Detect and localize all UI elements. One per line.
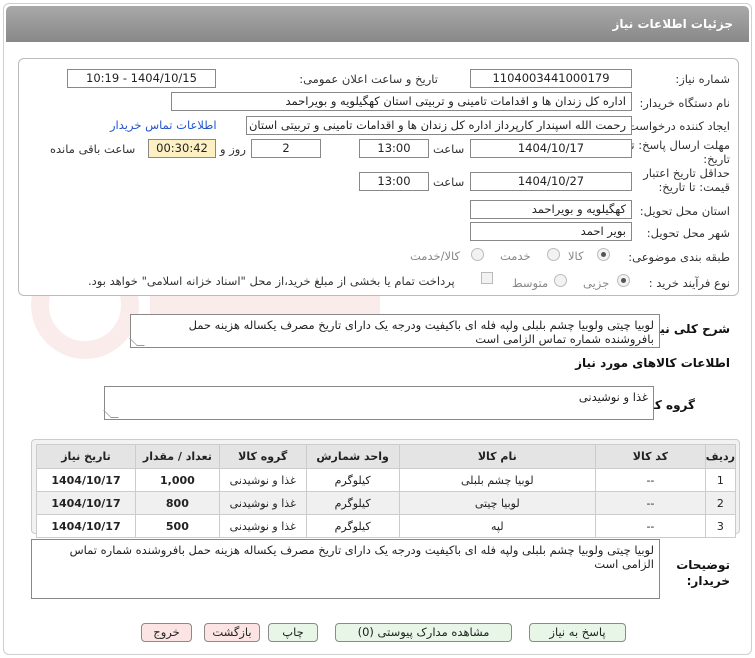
- creator-label: ایجاد کننده درخواست:: [624, 119, 730, 133]
- category-radio-goods[interactable]: [597, 248, 610, 261]
- need-number-field: 1104003441000179: [470, 69, 632, 88]
- cell-code: --: [595, 468, 706, 492]
- exit-button[interactable]: خروج: [141, 623, 192, 642]
- deadline-date-field: 1404/10/17: [470, 139, 632, 158]
- cell-quantity: 800: [134, 491, 220, 515]
- process-radio-minor[interactable]: [617, 274, 630, 287]
- deadline-label-2: تاریخ:: [703, 152, 730, 166]
- back-button[interactable]: بازگشت: [204, 623, 260, 642]
- page-title: جزئیات اطلاعات نیاز: [612, 17, 733, 31]
- cell-name: لپه: [398, 514, 597, 538]
- col-header-quantity: تعداد / مقدار: [134, 444, 220, 469]
- buyer-notes-text: لوبیا چیتی ولوبیا چشم بلبلی ولپه فله ای …: [69, 543, 654, 571]
- buyer-contact-link[interactable]: اطلاعات تماس خریدار: [110, 118, 217, 132]
- col-header-code: کد کالا: [595, 444, 706, 469]
- cell-date: 1404/10/17: [36, 514, 136, 538]
- cell-group: غذا و نوشیدنی: [218, 468, 307, 492]
- cell-row: 1: [704, 468, 737, 492]
- category-option-goods: کالا: [568, 249, 584, 263]
- col-header-row: ردیف: [704, 444, 737, 469]
- days-field: 2: [251, 139, 321, 158]
- goods-table: ردیف کد کالا نام کالا واحد شمارش گروه کا…: [36, 444, 737, 538]
- cell-row: 2: [704, 491, 737, 515]
- category-label: طبقه بندی موضوعی:: [628, 250, 730, 264]
- col-header-date: تاریخ نیاز: [36, 444, 136, 469]
- col-header-name: نام کالا: [398, 444, 597, 469]
- announce-field: 1404/10/15 - 10:19: [67, 69, 216, 88]
- buyer-field: اداره کل زندان ها و اقدامات تامینی و ترب…: [171, 92, 632, 111]
- category-option-both: کالا/خدمت: [410, 249, 461, 263]
- col-header-unit: واحد شمارش: [305, 444, 400, 469]
- treasury-checkbox[interactable]: [481, 272, 493, 284]
- summary-textarea[interactable]: لوبیا چیتی ولوبیا چشم بلبلی ولپه فله ای …: [129, 314, 660, 348]
- category-radio-service[interactable]: [547, 248, 560, 261]
- table-row: 3 -- لپه کیلوگرم غذا و نوشیدنی 500 1404/…: [36, 514, 737, 538]
- validity-time-label: ساعت: [433, 175, 465, 189]
- buyer-notes-label-2: خریدار:: [686, 574, 730, 588]
- process-label: نوع فرآیند خرید :: [648, 276, 730, 290]
- cell-date: 1404/10/17: [36, 468, 136, 492]
- cell-quantity: 500: [134, 514, 220, 538]
- resize-grip-icon[interactable]: [129, 338, 145, 346]
- deadline-label: مهلت ارسال پاسخ: تا: [627, 138, 730, 152]
- validity-date-field: 1404/10/27: [470, 172, 632, 191]
- goods-group-value: غذا و نوشیدنی: [578, 390, 648, 404]
- print-button[interactable]: چاپ: [268, 623, 318, 642]
- cell-date: 1404/10/17: [36, 491, 136, 515]
- province-label: استان محل تحویل:: [639, 204, 730, 218]
- buyer-notes-textarea[interactable]: لوبیا چیتی ولوبیا چشم بلبلی ولپه فله ای …: [31, 539, 660, 599]
- process-option-medium: متوسط: [512, 276, 549, 290]
- buyer-label: نام دستگاه خریدار:: [639, 96, 730, 110]
- cell-name: لوبیا چشم بلبلی: [398, 468, 597, 492]
- city-field: بویر احمد: [470, 222, 632, 241]
- cell-unit: کیلوگرم: [305, 491, 400, 515]
- resize-grip-icon[interactable]: [103, 410, 119, 418]
- goods-section-title: اطلاعات کالاهای مورد نیاز: [575, 356, 730, 370]
- process-radio-medium[interactable]: [554, 274, 567, 287]
- table-row: 1 -- لوبیا چشم بلبلی کیلوگرم غذا و نوشید…: [36, 468, 737, 492]
- goods-group-field[interactable]: غذا و نوشیدنی: [103, 386, 654, 420]
- cell-code: --: [595, 514, 706, 538]
- summary-text: لوبیا چیتی ولوبیا چشم بلبلی ولپه فله ای …: [188, 318, 654, 346]
- province-field: کهگیلویه و بویراحمد: [470, 200, 632, 219]
- cell-group: غذا و نوشیدنی: [218, 491, 307, 515]
- deadline-time-label: ساعت: [433, 142, 465, 156]
- city-label: شهر محل تحویل:: [646, 226, 730, 240]
- remaining-label: ساعت باقی مانده: [50, 142, 136, 156]
- announce-label: تاریخ و ساعت اعلان عمومی:: [299, 72, 438, 86]
- validity-label-2: قیمت: تا تاریخ:: [658, 180, 730, 194]
- table-header-row: ردیف کد کالا نام کالا واحد شمارش گروه کا…: [36, 444, 737, 469]
- buyer-notes-label: توضیحات: [676, 558, 730, 572]
- cell-row: 3: [704, 514, 737, 538]
- cell-quantity: 1,000: [134, 468, 220, 492]
- page-header: جزئیات اطلاعات نیاز: [6, 6, 749, 42]
- table-row: 2 -- لوبیا چیتی کیلوگرم غذا و نوشیدنی 80…: [36, 491, 737, 515]
- col-header-group: گروه کالا: [218, 444, 307, 469]
- deadline-time-field: 13:00: [359, 139, 429, 158]
- attachments-button[interactable]: مشاهده مدارک پیوستی (0): [335, 623, 512, 642]
- payment-text: پرداخت تمام یا بخشی از مبلغ خرید،از محل …: [88, 274, 455, 288]
- cell-name: لوبیا چیتی: [398, 491, 597, 515]
- goods-table-wrapper: ردیف کد کالا نام کالا واحد شمارش گروه کا…: [31, 439, 740, 538]
- need-number-label: شماره نیاز:: [675, 72, 730, 86]
- process-option-minor: جزیی: [583, 276, 610, 290]
- reply-button[interactable]: پاسخ به نیاز: [529, 623, 626, 642]
- creator-field: رحمت الله اسپندار کارپرداز اداره کل زندا…: [246, 116, 632, 135]
- remaining-time-field: 00:30:42: [148, 139, 216, 158]
- cell-unit: کیلوگرم: [305, 514, 400, 538]
- validity-label: حداقل تاریخ اعتبار: [643, 166, 730, 180]
- category-option-service: خدمت: [500, 249, 531, 263]
- category-radio-both[interactable]: [471, 248, 484, 261]
- cell-code: --: [595, 491, 706, 515]
- days-label: روز و: [220, 142, 246, 156]
- cell-group: غذا و نوشیدنی: [218, 514, 307, 538]
- validity-time-field: 13:00: [359, 172, 429, 191]
- cell-unit: کیلوگرم: [305, 468, 400, 492]
